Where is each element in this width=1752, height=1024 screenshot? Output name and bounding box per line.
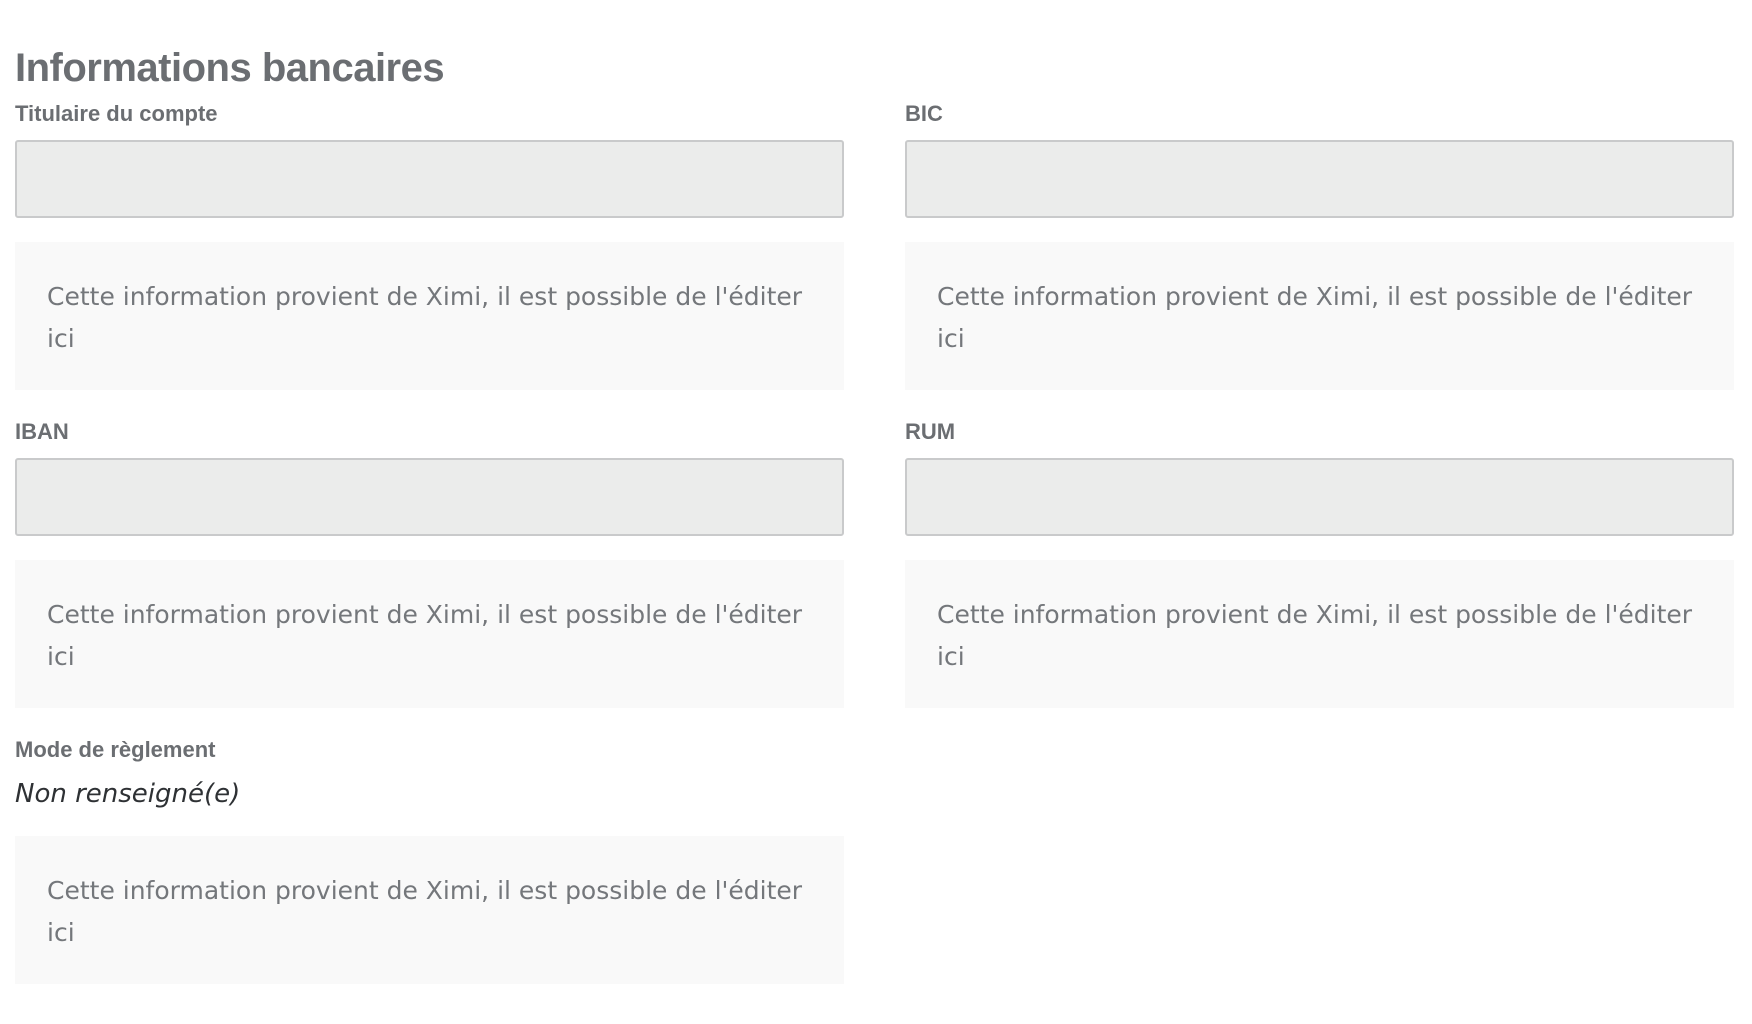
bank-information-section: Informations bancaires Titulaire du comp… <box>15 42 1738 984</box>
rum-info-note: Cette information provient de Ximi, il e… <box>905 560 1734 708</box>
bic-input[interactable] <box>905 140 1734 218</box>
iban-input[interactable] <box>15 458 844 536</box>
bank-fields-grid: Titulaire du compte Cette information pr… <box>15 100 1738 984</box>
payment-mode-field: Mode de règlement Non renseigné(e) Cette… <box>15 736 844 984</box>
account-holder-info-note: Cette information provient de Ximi, il e… <box>15 242 844 390</box>
payment-mode-value: Non renseigné(e) <box>15 779 241 809</box>
rum-label: RUM <box>905 419 956 444</box>
bic-field: BIC Cette information provient de Ximi, … <box>905 100 1734 390</box>
bic-label: BIC <box>905 101 943 126</box>
account-holder-input[interactable] <box>15 140 844 218</box>
iban-field: IBAN Cette information provient de Ximi,… <box>15 418 844 708</box>
rum-field: RUM Cette information provient de Ximi, … <box>905 418 1734 708</box>
account-holder-label: Titulaire du compte <box>15 101 218 126</box>
payment-mode-info-note: Cette information provient de Ximi, il e… <box>15 836 844 984</box>
bic-info-note: Cette information provient de Ximi, il e… <box>905 242 1734 390</box>
rum-input[interactable] <box>905 458 1734 536</box>
iban-info-note: Cette information provient de Ximi, il e… <box>15 560 844 708</box>
section-title: Informations bancaires <box>15 46 445 90</box>
account-holder-field: Titulaire du compte Cette information pr… <box>15 100 844 390</box>
iban-label: IBAN <box>15 419 69 444</box>
payment-mode-label: Mode de règlement <box>15 737 216 762</box>
